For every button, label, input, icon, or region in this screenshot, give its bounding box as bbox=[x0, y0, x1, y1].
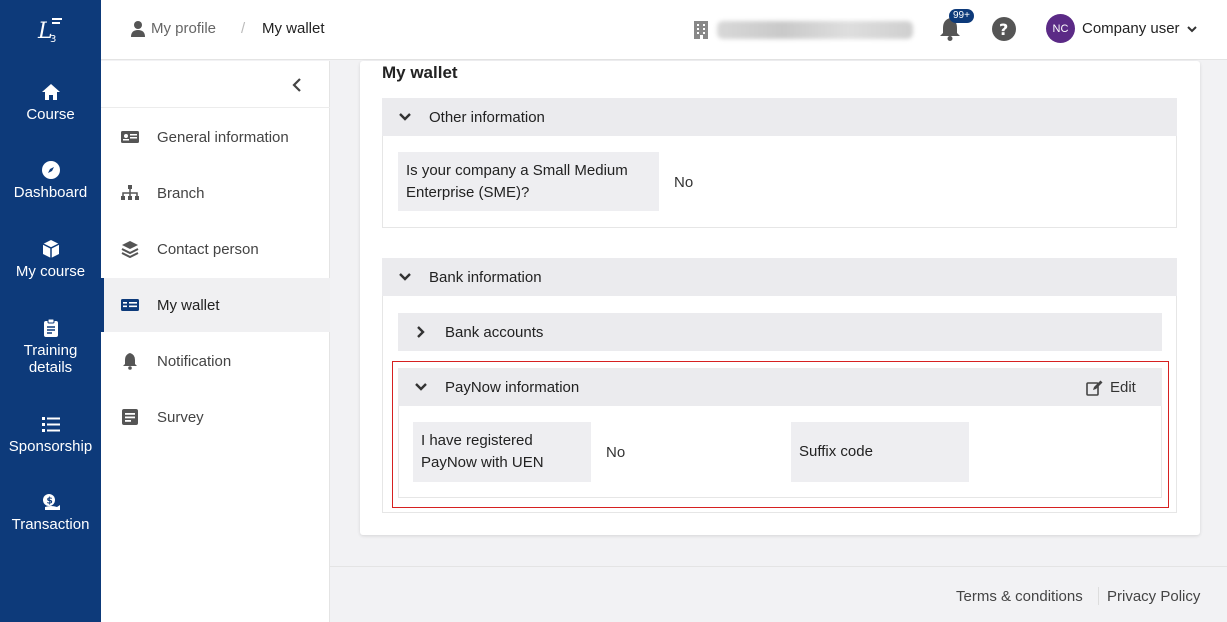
wallet-card-icon bbox=[121, 299, 139, 311]
menu-item-label: Contact person bbox=[157, 240, 259, 258]
box-icon bbox=[42, 240, 59, 258]
left-navigation: L 3 Course Dashboard My course Training … bbox=[0, 0, 101, 622]
menu-divider bbox=[101, 107, 330, 108]
profile-menu: General information Branch Contact perso… bbox=[101, 61, 330, 622]
nav-item-label: My course bbox=[15, 263, 86, 280]
nav-item-label: Dashboard bbox=[13, 184, 88, 201]
nav-item-label: Training details bbox=[23, 342, 78, 376]
top-bar: My profile / My wallet 99+ ? NC Company … bbox=[101, 0, 1227, 60]
bank-information-header[interactable]: Bank information bbox=[382, 258, 1177, 296]
svg-text:3: 3 bbox=[50, 34, 56, 44]
section-title: Other information bbox=[429, 108, 545, 126]
menu-item-label: Survey bbox=[157, 408, 204, 426]
other-information-header[interactable]: Other information bbox=[382, 98, 1177, 136]
nav-item-label: Course bbox=[26, 106, 75, 123]
menu-item-branch[interactable]: Branch bbox=[101, 166, 330, 220]
nav-item-course[interactable]: Course bbox=[0, 82, 101, 123]
survey-icon bbox=[122, 409, 138, 425]
nav-item-training-details[interactable]: Training details bbox=[0, 318, 101, 376]
avatar: NC bbox=[1046, 14, 1075, 43]
help-icon[interactable]: ? bbox=[991, 16, 1017, 42]
bank-accounts-header[interactable]: Bank accounts bbox=[398, 313, 1162, 351]
privacy-link[interactable]: Privacy Policy bbox=[1107, 588, 1200, 605]
menu-item-label: My wallet bbox=[157, 296, 220, 314]
menu-item-contact-person[interactable]: Contact person bbox=[101, 222, 330, 276]
company-selector[interactable] bbox=[693, 16, 917, 44]
section-title: Bank accounts bbox=[445, 323, 544, 341]
menu-item-my-wallet[interactable]: My wallet bbox=[101, 278, 330, 332]
sitemap-icon bbox=[121, 185, 139, 200]
highlight-box bbox=[392, 361, 1169, 508]
home-icon bbox=[41, 84, 60, 100]
bell-icon bbox=[123, 353, 137, 370]
menu-item-survey[interactable]: Survey bbox=[101, 390, 330, 444]
menu-item-general-information[interactable]: General information bbox=[101, 110, 330, 164]
nav-item-transaction[interactable]: $ Transaction bbox=[0, 492, 101, 533]
section-title: Bank information bbox=[429, 268, 542, 286]
user-role: Company user bbox=[1082, 20, 1180, 37]
chevron-down-icon bbox=[1186, 25, 1197, 32]
money-icon: $ bbox=[42, 494, 60, 510]
id-card-icon bbox=[121, 131, 139, 143]
svg-text:$: $ bbox=[46, 497, 52, 507]
list-icon bbox=[41, 417, 60, 432]
app-logo[interactable]: L 3 bbox=[36, 14, 66, 44]
footer-divider bbox=[1098, 587, 1099, 605]
menu-item-notification[interactable]: Notification bbox=[101, 334, 330, 388]
chevron-down-icon bbox=[399, 113, 411, 121]
chevron-left-icon[interactable] bbox=[287, 75, 307, 95]
user-icon bbox=[131, 20, 145, 37]
breadcrumb-my-profile[interactable]: My profile bbox=[131, 20, 216, 37]
building-icon bbox=[694, 21, 708, 39]
nav-item-sponsorship[interactable]: Sponsorship bbox=[0, 414, 101, 455]
user-menu[interactable]: NC Company user bbox=[1046, 14, 1197, 43]
breadcrumb-label: My profile bbox=[151, 20, 217, 37]
sme-value: No bbox=[674, 174, 694, 191]
page-title: My wallet bbox=[382, 63, 458, 82]
chevron-right-icon bbox=[417, 326, 425, 338]
nav-item-label: Transaction bbox=[11, 516, 90, 533]
notification-badge: 99+ bbox=[949, 9, 974, 23]
nav-item-label: Sponsorship bbox=[8, 438, 93, 455]
chevron-down-icon bbox=[399, 273, 411, 281]
menu-item-label: Branch bbox=[157, 184, 205, 202]
breadcrumb-current: My wallet bbox=[262, 20, 325, 37]
breadcrumb-separator: / bbox=[241, 20, 246, 37]
nav-item-dashboard[interactable]: Dashboard bbox=[0, 160, 101, 201]
terms-link[interactable]: Terms & conditions bbox=[956, 588, 1083, 605]
svg-text:?: ? bbox=[999, 20, 1008, 39]
footer: Terms & conditions Privacy Policy bbox=[330, 566, 1227, 622]
sme-label: Is your company a Small Medium Enterpris… bbox=[398, 152, 659, 211]
nav-item-my-course[interactable]: My course bbox=[0, 239, 101, 280]
menu-item-label: General information bbox=[157, 128, 289, 146]
menu-item-label: Notification bbox=[157, 352, 232, 370]
compass-icon bbox=[41, 161, 60, 179]
company-name-redacted bbox=[717, 21, 913, 39]
clipboard-icon bbox=[43, 318, 58, 337]
layers-icon bbox=[121, 241, 139, 258]
